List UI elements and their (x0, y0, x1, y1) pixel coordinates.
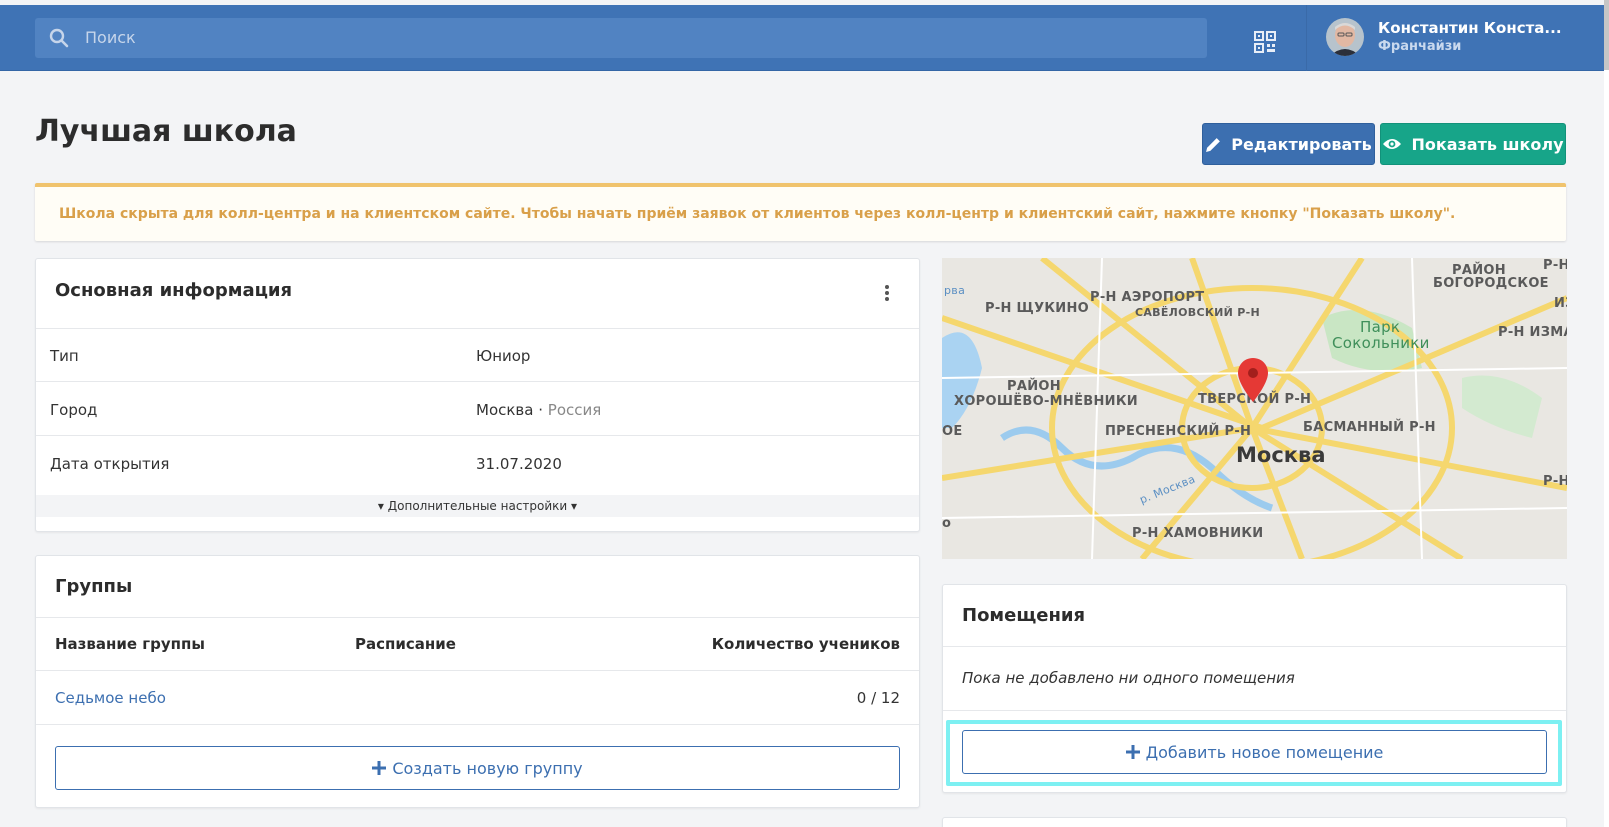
caret-down-icon: ▾ (571, 499, 578, 513)
divider (36, 381, 919, 382)
main-info-card: Основная информация Тип Юниор Город Моск… (35, 258, 920, 532)
hidden-school-alert: Школа скрыта для колл-центра и на клиент… (35, 183, 1566, 241)
edit-button[interactable]: Редактировать (1202, 123, 1375, 165)
search-bar[interactable]: Поиск (35, 18, 1207, 58)
scrollbar[interactable] (1604, 0, 1609, 827)
additional-settings-label: Дополнительные настройки (387, 499, 568, 513)
school-location-map[interactable]: РАЙОН БОГОРОДСКОЕ Р-Н Р-Н АЭРОПОРТ САВЁЛ… (942, 258, 1567, 559)
divider (943, 710, 1566, 711)
column-header-student-count[interactable]: Количество учеников (712, 635, 900, 653)
header-divider (1306, 5, 1307, 71)
map-label: ОЕ (942, 424, 963, 439)
map-label: РАЙОН (1007, 379, 1061, 394)
scrollbar-thumb[interactable] (1604, 0, 1609, 70)
page-title: Лучшая школа (35, 114, 297, 149)
group-link[interactable]: Седьмое небо (55, 689, 166, 707)
card-title: Группы (55, 576, 133, 597)
qr-code-icon[interactable] (1254, 31, 1276, 53)
map-label: рва (944, 284, 966, 297)
map-label: о (942, 516, 952, 531)
map-label: ПРЕСНЕНСКИЙ Р-Н (1105, 424, 1252, 439)
info-label-open-date: Дата открытия (50, 455, 170, 473)
group-student-count: 0 / 12 (856, 689, 900, 707)
avatar[interactable] (1326, 18, 1364, 56)
user-name[interactable]: Константин Конста... (1378, 19, 1562, 37)
separator-dot: · (533, 401, 548, 419)
map-label: Р-Н АЭРОПОРТ (1090, 290, 1205, 305)
more-options-icon[interactable] (884, 284, 890, 302)
divider (36, 435, 919, 436)
map-label: Р-Н (1543, 474, 1567, 489)
column-header-group-name[interactable]: Название группы (55, 635, 205, 653)
map-label: Сокольники (1332, 334, 1430, 352)
map-label: БОГОРОДСКОЕ (1433, 276, 1549, 291)
focus-highlight (946, 720, 1562, 786)
eye-icon (1383, 139, 1402, 149)
info-label-type: Тип (50, 347, 79, 365)
caret-down-icon: ▾ (377, 499, 384, 513)
map-label: ИЗ (1554, 296, 1567, 311)
divider (36, 724, 919, 725)
next-card (942, 817, 1567, 827)
search-icon (49, 28, 69, 48)
card-title: Основная информация (55, 280, 293, 301)
show-school-button-label: Показать школу (1411, 134, 1564, 154)
edit-button-label: Редактировать (1231, 134, 1372, 154)
search-input[interactable]: Поиск (85, 28, 136, 47)
card-title: Помещения (962, 605, 1086, 626)
divider (36, 617, 919, 618)
map-label: САВЁЛОВСКИЙ Р-Н (1135, 306, 1260, 319)
user-role: Франчайзи (1378, 39, 1462, 54)
top-bar: Поиск Константин Конста... Франчайзи (0, 5, 1604, 71)
divider (36, 670, 919, 671)
additional-settings-toggle[interactable]: ▾ Дополнительные настройки ▾ (36, 495, 919, 517)
map-label: Р-Н ЩУКИНО (985, 301, 1090, 316)
map-city-label: Москва (1236, 443, 1326, 467)
alert-text: Школа скрыта для колл-центра и на клиент… (59, 206, 1456, 222)
column-header-schedule[interactable]: Расписание (355, 635, 456, 653)
info-value-type: Юниор (476, 347, 531, 365)
map-label: Р-Н ИЗМАЙ (1498, 325, 1567, 340)
info-label-city: Город (50, 401, 98, 419)
map-label: ХОРОШЁВО-МНЁВНИКИ (954, 394, 1138, 409)
map-pin-icon[interactable] (1238, 358, 1268, 402)
pencil-icon (1206, 137, 1221, 152)
info-value-city: Москва · Россия (476, 401, 601, 419)
map-label: Р-Н ХАМОВНИКИ (1132, 526, 1264, 541)
show-school-button[interactable]: Показать школу (1380, 123, 1566, 165)
create-group-label: Создать новую группу (392, 758, 583, 778)
divider (943, 646, 1566, 647)
rooms-empty-message: Пока не добавлено ни одного помещения (962, 669, 1295, 687)
city-name: Москва (476, 401, 534, 419)
map-label: Р-Н (1543, 258, 1567, 273)
map-label: БАСМАННЫЙ Р-Н (1303, 420, 1436, 435)
info-value-open-date: 31.07.2020 (476, 455, 562, 473)
plus-icon (372, 761, 387, 775)
country-name: Россия (547, 401, 602, 419)
divider (36, 328, 919, 329)
groups-card: Группы Название группы Расписание Количе… (35, 555, 920, 808)
create-group-button[interactable]: Создать новую группу (55, 746, 900, 790)
